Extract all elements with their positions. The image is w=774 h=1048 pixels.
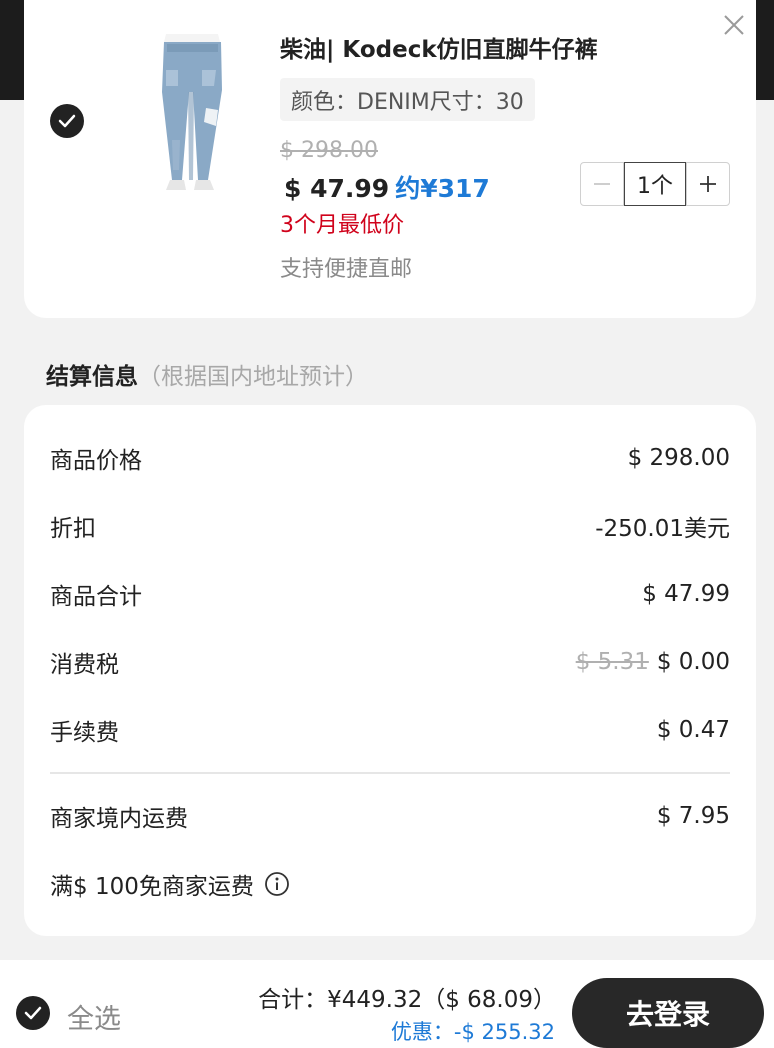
row-value-group: $ 5.31 $ 0.00 [576,649,730,675]
item-select-checkbox[interactable] [50,104,84,138]
settlement-row-shipping: 商家境内运费 $ 7.95 [50,799,730,833]
row-label: 折扣 [50,516,96,542]
info-icon[interactable] [264,871,290,897]
row-label: 商品合计 [50,584,142,610]
settlement-title: 结算信息 [46,364,138,390]
row-value: $ 0.47 [656,717,730,743]
order-total: 合计：¥449.32（$ 68.09） [258,987,556,1013]
settlement-row-item-price: 商品价格 $ 298.00 [50,441,730,475]
quantity-value[interactable]: 1个 [624,162,686,206]
select-all-checkbox[interactable] [16,996,50,1030]
minus-icon [594,183,611,185]
close-icon[interactable] [719,10,749,40]
row-value: -250.01美元 [595,516,730,542]
settlement-card: 商品价格 $ 298.00 折扣 -250.01美元 商品合计 $ 47.99 … [24,405,756,936]
checkmark-icon [24,1006,42,1020]
order-discount[interactable]: 优惠：-$ 255.32 [391,1016,555,1046]
settlement-row-fee: 手续费 $ 0.47 [50,713,730,747]
divider [50,772,730,774]
free-shipping-row: 满$ 100免商家运费 [50,867,730,901]
decrease-quantity-button[interactable] [580,162,625,206]
cart-item-card: 柴油| Kodeck仿旧直脚牛仔裤 颜色：DENIM尺寸：30 $ 298.00… [24,0,756,318]
original-price: $ 298.00 [280,138,378,163]
free-shipping-note: 满$ 100免商家运费 [50,874,254,900]
settlement-heading: 结算信息（根据国内地址预计） [46,357,368,391]
product-title[interactable]: 柴油| Kodeck仿旧直脚牛仔裤 [280,30,598,64]
row-label: 消费税 [50,652,119,678]
row-value: $ 47.99 [642,581,730,607]
row-value: $ 0.00 [656,649,730,675]
row-value: $ 7.95 [656,803,730,829]
select-all-label[interactable]: 全选 [67,997,121,1036]
row-label: 手续费 [50,720,119,746]
sale-price: $ 47.99 [284,174,390,203]
settlement-row-tax: 消费税 $ 5.31 $ 0.00 [50,645,730,679]
row-label: 商品价格 [50,448,142,474]
cny-price: 约¥317 [395,174,490,203]
product-image[interactable] [136,30,246,196]
login-button[interactable]: 去登录 [572,978,764,1048]
price-line: $ 47.99 约¥317 [284,169,490,205]
plus-icon [699,176,716,192]
tax-original-value: $ 5.31 [575,649,649,675]
quantity-stepper: 1个 [580,162,730,206]
row-label: 商家境内运费 [50,806,188,832]
settlement-row-discount: 折扣 -250.01美元 [50,509,730,543]
increase-quantity-button[interactable] [685,162,730,206]
variant-selector[interactable]: 颜色：DENIM尺寸：30 [280,78,535,121]
settlement-subtitle: （根据国内地址预计） [138,364,368,390]
checkout-bar: 全选 合计：¥449.32（$ 68.09） 优惠：-$ 255.32 去登录 [0,960,774,1048]
direct-shipping-note: 支持便捷直邮 [280,257,413,282]
settlement-row-subtotal: 商品合计 $ 47.99 [50,577,730,611]
row-value: $ 298.00 [627,445,730,471]
lowest-price-badge: 3个月最低价 [280,213,404,238]
checkmark-icon [58,114,76,128]
